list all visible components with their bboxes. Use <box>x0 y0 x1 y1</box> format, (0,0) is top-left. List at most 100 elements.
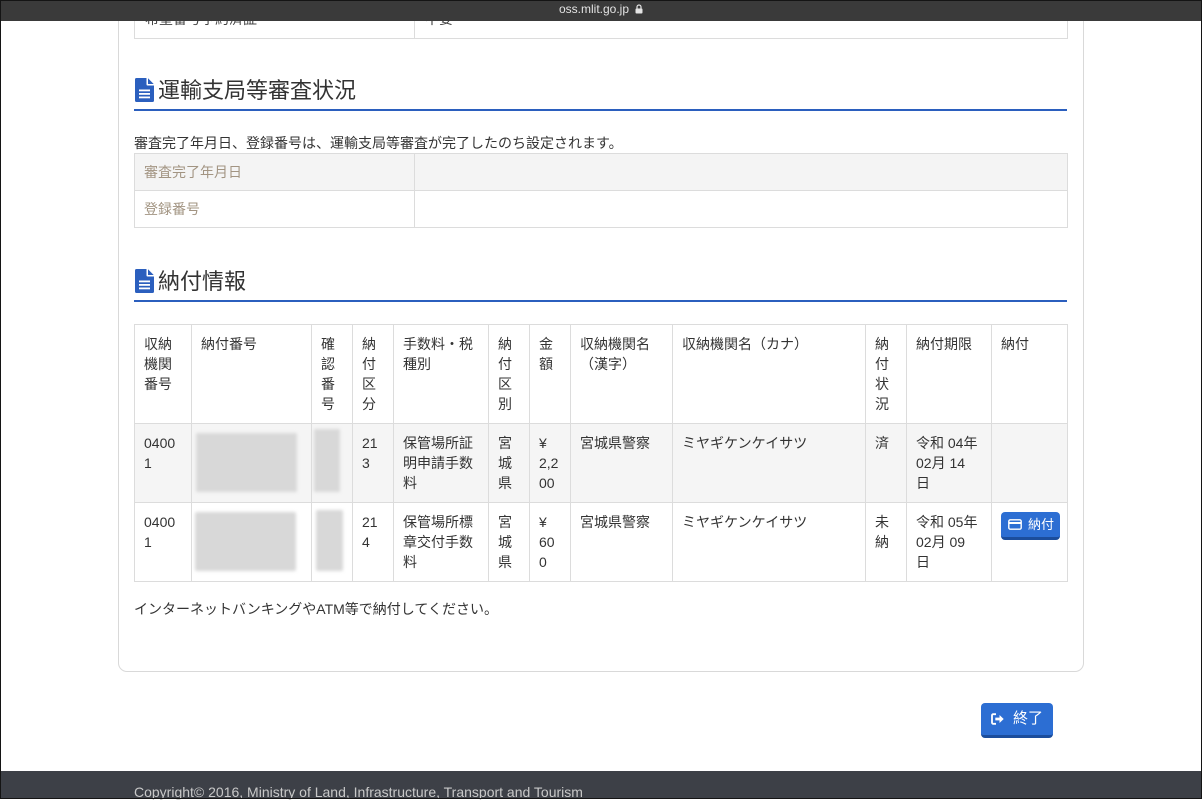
payment-status: 未納 <box>875 514 889 550</box>
table-row: 04001 213 保管場所証明申請手数料 宮城県 ¥2,200 宮城県警察 ミ… <box>134 423 1068 503</box>
cell-pay: 納付 <box>991 502 1068 582</box>
amount-value: 600 <box>539 534 555 570</box>
cell-status: 済 <box>865 423 907 503</box>
col-header-fee-type: 手数料・税種別 <box>393 324 489 424</box>
redacted-confirm-number <box>316 510 343 571</box>
column-label: 納付状況 <box>875 336 889 412</box>
cell-payment-division: 宮城県 <box>488 423 530 503</box>
column-label: 金額 <box>539 336 553 372</box>
column-label: 手数料・税種別 <box>403 336 473 372</box>
col-header-amount: 金額 <box>529 324 571 424</box>
col-header-agency-number: 収納機関番号 <box>134 324 192 424</box>
cell-confirm-number <box>311 502 353 582</box>
review-note: 審査完了年月日、登録番号は、運輸支局等審査が完了したのち設定されます。 <box>134 135 623 151</box>
payment-division: 宮城県 <box>498 435 512 491</box>
credit-card-icon <box>1008 519 1022 530</box>
redacted-payment-number <box>195 512 296 571</box>
cell-due-date: 令和 04年 02月 14日 <box>906 423 992 503</box>
document-icon <box>135 269 154 296</box>
section-title: 運輸支局等審査状況 <box>158 78 357 103</box>
redacted-payment-number <box>196 433 297 492</box>
column-label: 収納機関名（カナ） <box>682 336 808 352</box>
cell-payment-division: 宮城県 <box>488 502 530 582</box>
currency-symbol: ¥ <box>539 435 547 451</box>
column-label: 収納機関番号 <box>144 336 172 392</box>
review-date-value <box>414 153 1068 191</box>
cell-amount: ¥600 <box>529 502 571 582</box>
column-label: 納付区分 <box>362 336 376 412</box>
cell-agency-kana: ミヤギケンケイサツ <box>672 423 866 503</box>
cell-confirm-number <box>311 423 353 503</box>
browser-top-bar: oss.mlit.go.jp <box>0 0 1202 21</box>
col-header-agency-kana: 収納機関名（カナ） <box>672 324 866 424</box>
payment-section-header: 納付情報 <box>134 269 1067 302</box>
agency-name-kana: ミヤギケンケイサツ <box>682 514 808 530</box>
fee-type: 保管場所証明申請手数料 <box>403 435 473 491</box>
review-section-header: 運輸支局等審査状況 <box>134 78 1067 111</box>
col-header-pay: 納付 <box>991 324 1068 424</box>
cell-payment-category: 214 <box>352 502 394 582</box>
col-header-agency-kanji: 収納機関名（漢字） <box>570 324 673 424</box>
cell-due-date: 令和 05年 02月 09日 <box>906 502 992 582</box>
payment-category: 213 <box>362 435 378 471</box>
column-label: 確認番号 <box>321 336 335 412</box>
review-status-table: 審査完了年月日 登録番号 <box>134 153 1068 228</box>
cell-agency-kanji: 宮城県警察 <box>570 502 673 582</box>
payment-note: インターネットバンキングやATM等で納付してください。 <box>134 601 498 617</box>
payment-division: 宮城県 <box>498 514 512 570</box>
agency-name-kanji: 宮城県警察 <box>580 514 650 530</box>
pay-button-label: 納付 <box>1028 516 1055 532</box>
finish-button[interactable]: 終了 <box>981 703 1053 738</box>
amount: ¥2,200 <box>539 433 559 493</box>
finish-button-label: 終了 <box>1012 710 1043 727</box>
payment-status: 済 <box>875 435 889 451</box>
due-date: 令和 04年 02月 14日 <box>916 435 978 491</box>
footer: Copyright© 2016, Ministry of Land, Infra… <box>0 771 1202 800</box>
redacted-confirm-number <box>314 429 340 492</box>
column-label: 納付番号 <box>201 336 257 352</box>
col-header-due-date: 納付期限 <box>906 324 992 424</box>
cell-payment-number <box>191 502 312 582</box>
amount-value: 2,200 <box>539 455 559 491</box>
column-label: 収納機関名（漢字） <box>580 336 650 372</box>
due-date: 令和 05年 02月 09日 <box>916 514 978 570</box>
cell-payment-category: 213 <box>352 423 394 503</box>
cell-agency-kanji: 宮城県警察 <box>570 423 673 503</box>
agency-number: 04001 <box>144 514 176 550</box>
cell-status: 未納 <box>865 502 907 582</box>
cell-agency-number: 04001 <box>134 423 192 503</box>
table-row: 04001 214 保管場所標章交付手数料 宮城県 ¥600 宮城県警察 ミヤギ… <box>134 502 1068 582</box>
cell-agency-number: 04001 <box>134 502 192 582</box>
cell-agency-kana: ミヤギケンケイサツ <box>672 502 866 582</box>
agency-name-kana: ミヤギケンケイサツ <box>682 435 808 451</box>
url-text: oss.mlit.go.jp <box>558 2 630 16</box>
fee-type: 保管場所標章交付手数料 <box>403 514 473 570</box>
address-bar[interactable]: oss.mlit.go.jp <box>559 1 643 17</box>
payment-table-header: 収納機関番号 納付番号 確認番号 納付区分 手数料・税種別 納付区別 金額 収納… <box>134 324 1068 424</box>
cell-fee-type: 保管場所証明申請手数料 <box>393 423 489 503</box>
col-header-payment-division: 納付区別 <box>488 324 530 424</box>
copyright-text: Copyright© 2016, Ministry of Land, Infra… <box>134 784 583 800</box>
agency-number: 04001 <box>144 435 176 471</box>
column-label: 納付 <box>1001 336 1029 352</box>
pay-button[interactable]: 納付 <box>1001 512 1061 540</box>
col-header-confirm-number: 確認番号 <box>311 324 353 424</box>
registration-number-label: 登録番号 <box>134 190 415 228</box>
cell-amount: ¥2,200 <box>529 423 571 503</box>
amount: ¥600 <box>539 512 559 572</box>
col-header-payment-category: 納付区分 <box>352 324 394 424</box>
table-row: 登録番号 <box>134 190 1068 228</box>
table-row: 審査完了年月日 <box>134 153 1068 191</box>
cell-payment-number <box>191 423 312 503</box>
cell-pay <box>991 423 1068 503</box>
lock-icon <box>635 4 643 14</box>
col-header-status: 納付状況 <box>865 324 907 424</box>
review-date-label: 審査完了年月日 <box>134 153 415 191</box>
col-header-payment-number: 納付番号 <box>191 324 312 424</box>
payment-table: 収納機関番号 納付番号 確認番号 納付区分 手数料・税種別 納付区別 金額 収納… <box>134 324 1068 582</box>
cell-fee-type: 保管場所標章交付手数料 <box>393 502 489 582</box>
currency-symbol: ¥ <box>539 514 547 530</box>
payment-category: 214 <box>362 514 378 550</box>
agency-name-kanji: 宮城県警察 <box>580 435 650 451</box>
document-icon <box>135 78 154 105</box>
